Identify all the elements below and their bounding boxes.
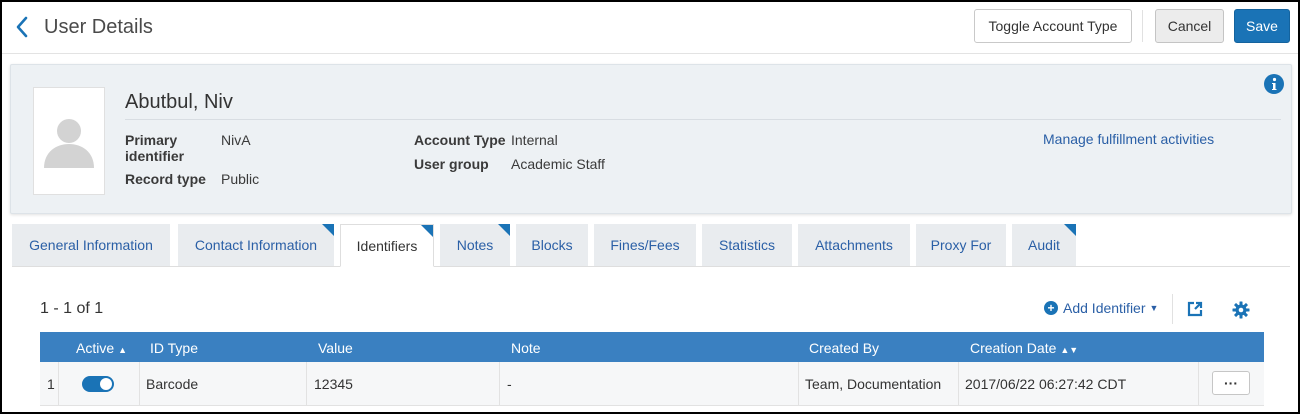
primary-identifier-label: Primary identifier [125,132,185,164]
tab-contact-information[interactable]: Contact Information [178,224,334,266]
row-index: 1 [47,376,55,392]
page-header: User Details Toggle Account Type Cancel … [2,2,1298,54]
tab-attachments[interactable]: Attachments [798,224,910,266]
export-icon[interactable] [1187,301,1203,317]
value-cell: 12345 [314,376,353,392]
user-group-label: User group [414,156,489,172]
tab-corner-marker [498,224,510,236]
tab-proxy-for[interactable]: Proxy For [916,224,1006,266]
tab-label: Blocks [531,237,573,253]
user-silhouette-icon [44,119,94,168]
cell-divider [958,362,959,406]
add-identifier-button[interactable]: + Add Identifier ▼ [1044,300,1158,316]
manage-fulfillment-link[interactable]: Manage fulfillment activities [1043,131,1214,147]
account-type-value: Internal [511,132,558,148]
tab-bar: General Information Contact Information … [12,224,1290,267]
column-value[interactable]: Value [318,340,353,356]
tab-label: Contact Information [194,237,318,253]
column-creation-date[interactable]: Creation Date ▲▼ [970,340,1078,356]
note-cell: - [507,376,512,392]
tab-general-information[interactable]: General Information [12,224,170,266]
results-count: 1 - 1 of 1 [40,300,104,317]
sort-both-icon: ▲▼ [1060,345,1079,355]
column-note[interactable]: Note [511,340,541,356]
column-label: Creation Date [970,340,1057,356]
user-summary-card: Abutbul, Niv Primary identifier NivA Rec… [10,64,1292,214]
cell-divider [139,362,140,406]
tab-label: Proxy For [930,237,992,253]
gear-icon[interactable] [1232,301,1250,319]
cell-divider [58,362,59,406]
tab-label: Audit [1028,237,1060,253]
caret-down-icon: ▼ [1149,303,1159,313]
column-id-type[interactable]: ID Type [150,340,198,356]
creation-date-cell: 2017/06/22 06:27:42 CDT [965,376,1127,392]
primary-identifier-value: NivA [221,132,251,148]
header-divider [1142,10,1143,42]
record-type-label: Record type [125,171,206,187]
cancel-button[interactable]: Cancel [1155,9,1224,43]
id-type-cell: Barcode [146,376,199,392]
account-type-label: Account Type [414,132,506,148]
cell-divider [1198,362,1199,406]
tab-audit[interactable]: Audit [1012,224,1076,266]
column-created-by[interactable]: Created By [809,340,879,356]
toolbar-divider [1172,294,1173,324]
tab-corner-marker [322,224,334,236]
cell-divider [306,362,307,406]
chevron-left-icon[interactable] [12,14,34,40]
tab-label: Statistics [718,237,775,253]
save-button[interactable]: Save [1234,9,1290,43]
cell-divider [499,362,500,406]
tab-corner-marker [421,225,433,237]
page-title: User Details [44,16,153,38]
plus-circle-icon: + [1044,301,1058,315]
add-identifier-label: Add Identifier [1063,300,1146,316]
card-divider [125,119,1281,120]
toggle-knob [100,378,112,390]
cell-divider [798,362,799,406]
tab-blocks[interactable]: Blocks [516,224,588,266]
sort-asc-icon: ▲ [118,345,128,355]
user-group-value: Academic Staff [511,156,605,172]
active-toggle[interactable] [82,376,114,392]
tab-notes[interactable]: Notes [440,224,510,266]
tab-label: Attachments [815,237,893,253]
column-label: Active [76,340,115,356]
avatar [33,87,105,195]
table-row: 1 Barcode 12345 - Team, Documentation 20… [40,362,1264,406]
info-icon[interactable] [1264,74,1284,94]
column-active[interactable]: Active ▲ [76,340,127,356]
tab-corner-marker [1064,224,1076,236]
tab-label: General Information [29,237,153,253]
created-by-cell: Team, Documentation [805,376,942,392]
record-type-value: Public [221,171,260,187]
tab-identifiers[interactable]: Identifiers [340,224,434,267]
tab-fines-fees[interactable]: Fines/Fees [594,224,696,266]
tab-label: Identifiers [356,237,418,254]
user-name: Abutbul, Niv [125,91,233,113]
toggle-account-type-button[interactable]: Toggle Account Type [974,9,1132,43]
tab-label: Notes [456,237,494,253]
row-actions-button[interactable]: ··· [1212,371,1250,395]
tab-label: Fines/Fees [610,237,680,253]
table-header: Active ▲ ID Type Value Note Created By Cr… [40,332,1264,362]
tab-statistics[interactable]: Statistics [702,224,792,266]
app-frame: User Details Toggle Account Type Cancel … [0,0,1300,414]
